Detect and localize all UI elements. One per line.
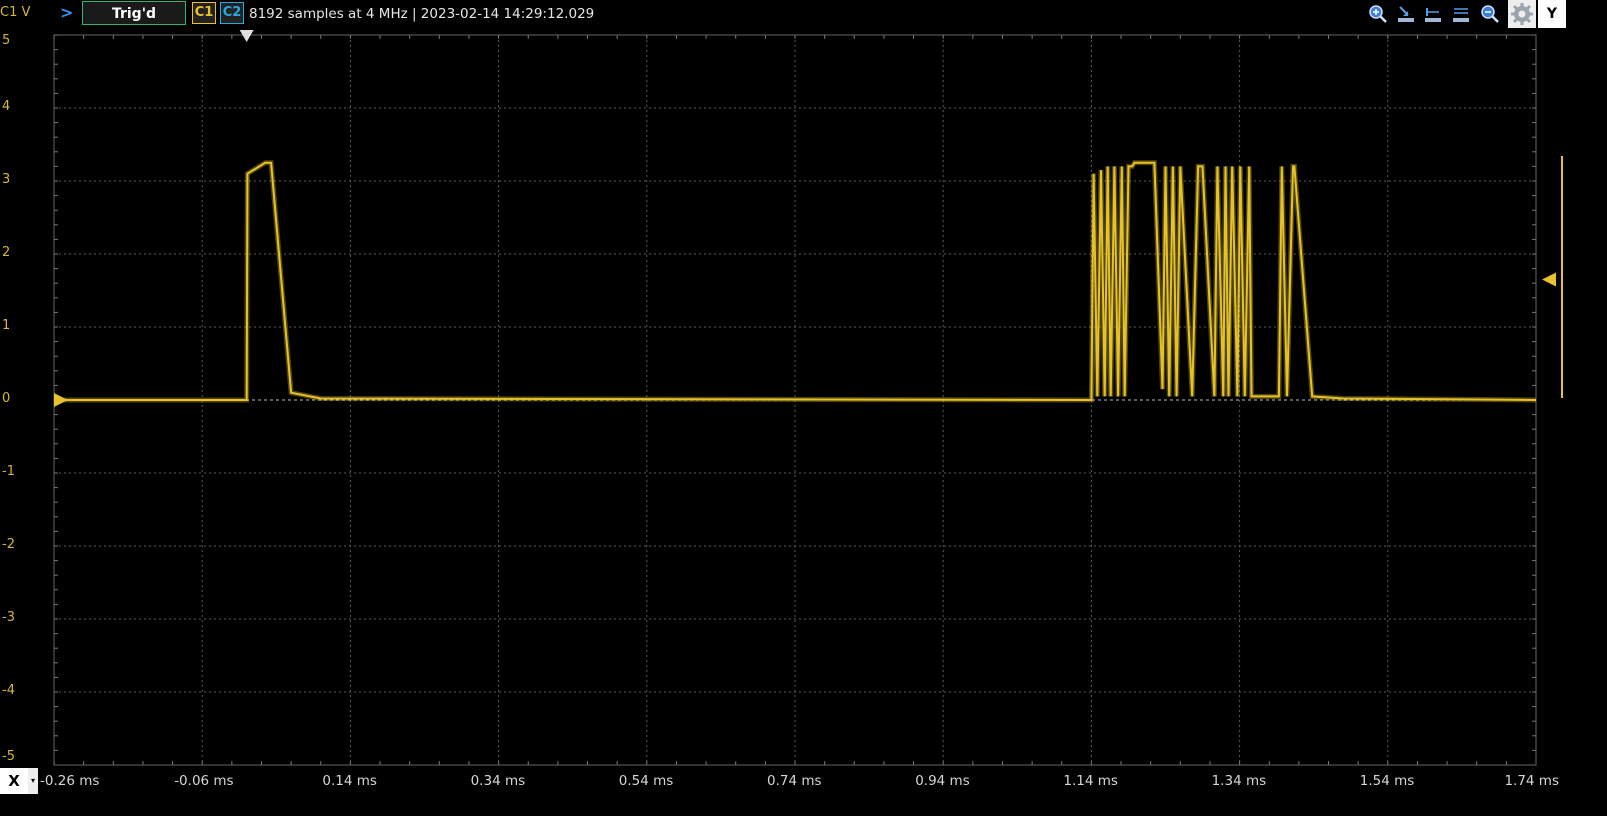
y-tick-label: -3 <box>2 610 15 625</box>
channel-unit-label: C1 V <box>0 5 31 20</box>
settings-button[interactable] <box>1508 0 1536 28</box>
x-tick-label: 0.14 ms <box>322 773 377 789</box>
trigger-status-button[interactable]: Trig'd <box>82 1 186 25</box>
x-tick-label: -0.06 ms <box>174 773 234 789</box>
y-tick-label: 1 <box>2 318 11 333</box>
scope-plot-area[interactable] <box>0 28 1607 768</box>
align-bottom-icon[interactable] <box>1423 4 1443 24</box>
x-tick-label: 0.54 ms <box>618 773 674 789</box>
x-axis-button[interactable]: X <box>0 768 28 794</box>
top-toolbar: C1 V > Trig'd C1 C2 8192 samples at 4 MH… <box>0 0 1607 28</box>
zoom-out-icon[interactable] <box>1480 4 1500 24</box>
gear-icon <box>1511 3 1533 25</box>
y-tick-label: -4 <box>2 683 15 698</box>
x-tick-label: 1.54 ms <box>1359 773 1415 789</box>
x-tick-label: 0.94 ms <box>915 773 970 789</box>
channel1-button[interactable]: C1 <box>192 2 216 24</box>
x-axis-dropdown[interactable]: ▾ <box>28 768 38 794</box>
x-tick-label: 1.14 ms <box>1063 773 1118 789</box>
scale-down-icon[interactable] <box>1396 4 1416 24</box>
x-tick-label: 0.74 ms <box>767 773 822 789</box>
y-tick-label: -2 <box>2 537 15 552</box>
x-tick-label: 0.34 ms <box>470 773 526 789</box>
x-tick-label: 1.34 ms <box>1211 773 1267 789</box>
acquisition-info: 8192 samples at 4 MHz | 2023-02-14 14:29… <box>249 6 595 22</box>
channel2-button[interactable]: C2 <box>220 2 244 24</box>
bottom-strip <box>0 794 1607 816</box>
trigger-position-icon <box>239 30 254 42</box>
y-tick-label: 2 <box>2 245 11 260</box>
offset-marker-icon <box>54 393 68 407</box>
trigger-level-icon <box>1542 272 1556 287</box>
y-tick-label: 5 <box>2 33 11 48</box>
x-tick-label: 1.74 ms <box>1504 773 1559 789</box>
y-tick-label: -5 <box>2 749 15 764</box>
zoom-in-icon[interactable] <box>1368 4 1388 24</box>
y-tick-label: 0 <box>2 391 11 406</box>
run-arrow-icon[interactable]: > <box>60 3 73 22</box>
y-axis-button[interactable]: Y <box>1538 0 1566 28</box>
stack-icon[interactable] <box>1451 4 1471 24</box>
y-tick-label: -1 <box>2 464 15 479</box>
y-tick-label: 3 <box>2 172 11 187</box>
x-tick-label: -0.26 ms <box>40 773 100 789</box>
y-tick-label: 4 <box>2 99 11 114</box>
